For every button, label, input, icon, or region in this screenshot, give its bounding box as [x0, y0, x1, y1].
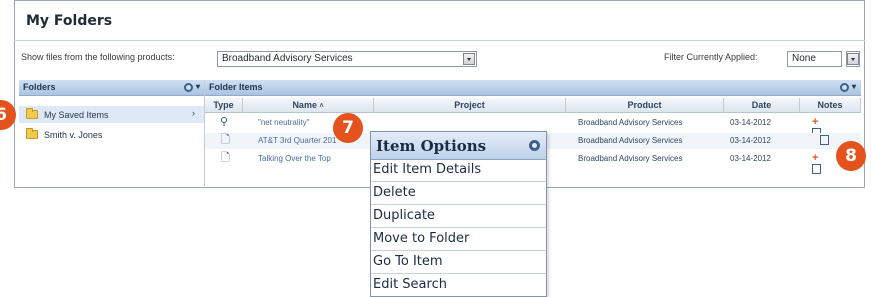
folders-header: Folders ▾	[19, 80, 204, 96]
products-filter-label: Show files from the following products:	[21, 52, 175, 62]
gear-icon[interactable]	[184, 83, 193, 92]
products-select[interactable]: Broadband Advisory Services	[217, 51, 477, 67]
folders-header-label: Folders	[23, 82, 56, 92]
folders-pane: Folders ▾ My Saved Items › Smith v. Jone…	[19, 80, 205, 186]
item-product: Broadband Advisory Services	[578, 154, 683, 163]
products-select-value: Broadband Advisory Services	[222, 53, 353, 64]
item-date: 03-14-2012	[730, 136, 771, 145]
folder-icon	[26, 128, 38, 139]
menu-item-move-to-folder[interactable]: Move to Folder	[371, 228, 546, 251]
folder-item-label: Smith v. Jones	[44, 130, 103, 140]
chevron-down-icon[interactable]	[847, 53, 859, 65]
item-date: 03-14-2012	[730, 118, 771, 127]
item-date: 03-14-2012	[730, 154, 771, 163]
menu-item-delete[interactable]: Delete	[371, 182, 546, 205]
folder-items-header: Folder Items ▾	[205, 80, 861, 96]
column-header-project[interactable]: Project	[374, 98, 566, 113]
gear-icon[interactable]	[529, 140, 540, 151]
chevron-right-icon: ›	[192, 108, 195, 118]
document-icon: 🗋	[221, 134, 230, 146]
callout-badge-7: 7	[333, 113, 363, 143]
page-title: My Folders	[26, 13, 113, 29]
gear-icon[interactable]	[840, 83, 849, 92]
folder-item-my-saved-items[interactable]: My Saved Items ›	[19, 106, 204, 123]
caret-down-icon[interactable]: ▾	[196, 82, 200, 91]
divider	[14, 40, 865, 41]
menu-item-edit-item-details[interactable]: Edit Item Details	[371, 159, 546, 182]
menu-item-go-to-item[interactable]: Go To Item	[371, 251, 546, 274]
column-header-type[interactable]: Type	[205, 98, 243, 113]
item-product: Broadband Advisory Services	[578, 118, 683, 127]
filter-applied-dropdown[interactable]	[846, 51, 860, 67]
magnifier-icon: ⚲	[220, 116, 229, 128]
folder-item-smith-v-jones[interactable]: Smith v. Jones	[19, 126, 204, 143]
caret-down-icon[interactable]: ▾	[852, 82, 856, 91]
folder-items-header-label: Folder Items	[209, 82, 263, 92]
item-options-header: Item Options	[371, 132, 546, 160]
chevron-down-icon[interactable]	[463, 53, 475, 65]
view-note-icon[interactable]	[820, 135, 831, 146]
column-header-date[interactable]: Date	[724, 98, 800, 113]
column-header-name[interactable]: Name ˄	[243, 98, 374, 113]
folder-item-label: My Saved Items	[44, 110, 109, 120]
menu-item-edit-search[interactable]: Edit Search	[371, 274, 546, 297]
menu-item-duplicate[interactable]: Duplicate	[371, 205, 546, 228]
folder-icon	[26, 108, 38, 119]
item-product: Broadband Advisory Services	[578, 136, 683, 145]
add-note-icon[interactable]: +	[812, 153, 823, 175]
column-header-name-label: Name	[292, 100, 317, 110]
column-header-notes[interactable]: Notes	[800, 98, 861, 113]
sort-arrow-icon: ˄	[319, 103, 324, 110]
filter-applied-label: Filter Currently Applied:	[664, 52, 758, 62]
filter-applied-value: None	[792, 53, 816, 64]
item-name-link[interactable]: Talking Over the Top	[258, 151, 368, 167]
filter-applied-select[interactable]: None	[787, 51, 842, 67]
item-options-title: Item Options	[376, 137, 487, 155]
callout-badge-8: 8	[836, 141, 866, 171]
table-row[interactable]: ⚲ "net neutrality" Broadband Advisory Se…	[205, 115, 861, 139]
document-icon: 🗋	[221, 152, 230, 164]
item-options-menu: Item Options Edit Item Details Delete Du…	[370, 131, 547, 297]
column-header-product[interactable]: Product	[566, 98, 724, 113]
add-note-icon[interactable]: +	[812, 117, 823, 139]
